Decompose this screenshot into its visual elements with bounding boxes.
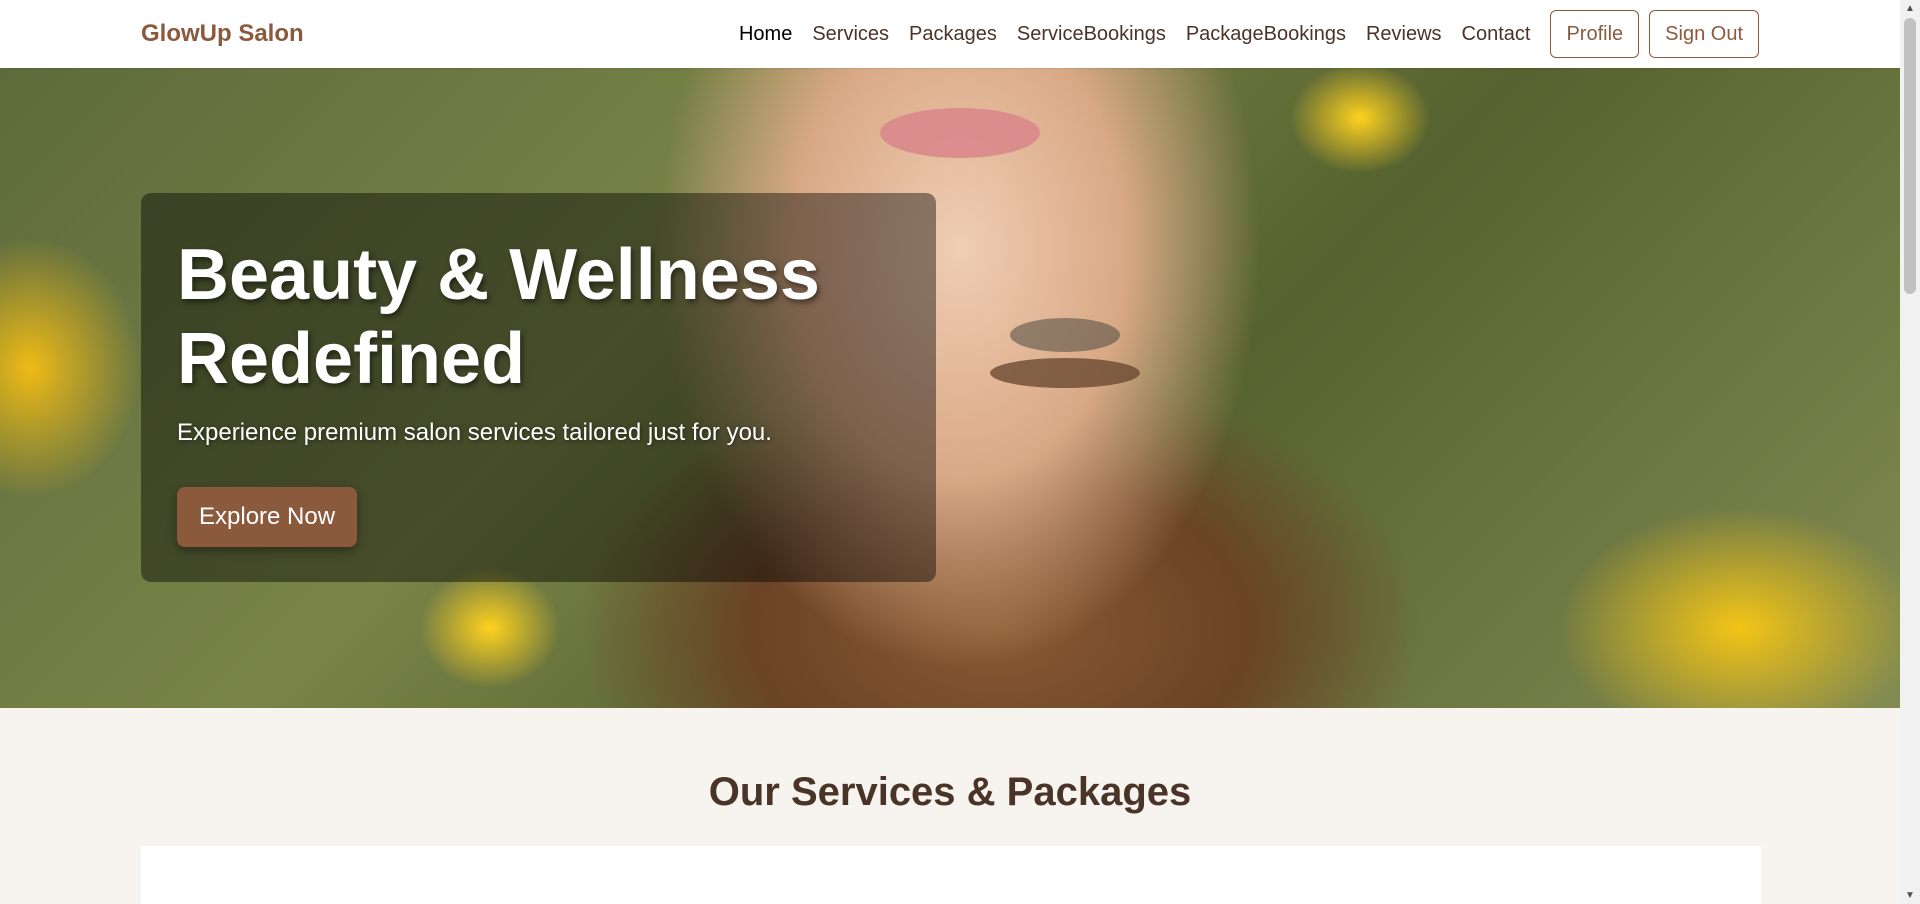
services-section: Our Services & Packages	[0, 708, 1900, 904]
explore-now-button[interactable]: Explore Now	[177, 487, 358, 547]
brand-logo[interactable]: GlowUp Salon	[141, 20, 304, 48]
page: GlowUp Salon Home Services Packages Serv…	[0, 0, 1900, 904]
nav-links: Home Services Packages ServiceBookings P…	[719, 23, 1531, 46]
section-title: Our Services & Packages	[708, 770, 1192, 814]
hero-title: Beauty & Wellness Redefined	[177, 235, 820, 399]
scrollbar-thumb[interactable]	[1904, 18, 1916, 294]
nav-link-reviews[interactable]: Reviews	[1366, 23, 1442, 46]
hero-image-detail	[1010, 318, 1120, 352]
chevron-up-icon[interactable]: ▲	[1900, 0, 1920, 17]
navbar: GlowUp Salon Home Services Packages Serv…	[0, 0, 1900, 68]
sign-out-button[interactable]: Sign Out	[1649, 10, 1759, 58]
vertical-scrollbar[interactable]: ▲ ▼	[1900, 0, 1920, 904]
hero-subtitle: Experience premium salon services tailor…	[177, 419, 772, 446]
profile-button[interactable]: Profile	[1550, 10, 1640, 58]
nav-link-contact[interactable]: Contact	[1462, 23, 1531, 46]
chevron-down-icon[interactable]: ▼	[1900, 887, 1920, 904]
services-card	[141, 846, 1761, 904]
nav-link-service-bookings[interactable]: ServiceBookings	[1017, 23, 1166, 46]
nav-link-package-bookings[interactable]: PackageBookings	[1186, 23, 1346, 46]
hero-card: Beauty & Wellness Redefined Experience p…	[141, 193, 936, 582]
nav-link-home[interactable]: Home	[739, 23, 792, 46]
nav-right: Home Services Packages ServiceBookings P…	[719, 10, 1759, 58]
hero-image-detail	[990, 358, 1140, 388]
nav-link-services[interactable]: Services	[812, 23, 889, 46]
hero-banner: Beauty & Wellness Redefined Experience p…	[0, 68, 1900, 708]
hero-image-detail	[880, 108, 1040, 158]
nav-link-packages[interactable]: Packages	[909, 23, 997, 46]
